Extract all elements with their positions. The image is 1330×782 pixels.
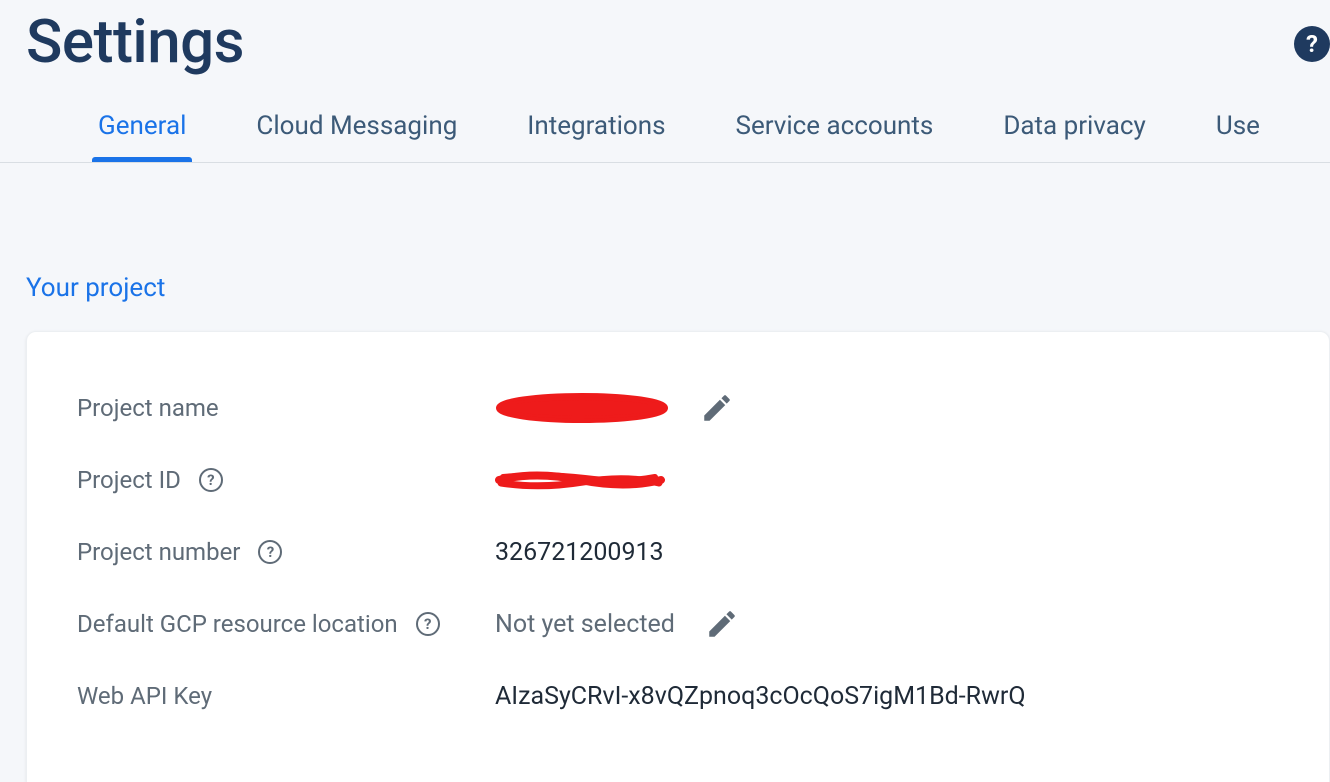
gcp-location-value: Not yet selected — [495, 610, 675, 639]
tab-service-accounts[interactable]: Service accounts — [736, 111, 934, 162]
project-number-help-icon[interactable]: ? — [258, 540, 282, 564]
web-api-key-label: Web API Key — [77, 682, 212, 710]
project-name-redacted — [495, 391, 670, 425]
tab-integrations[interactable]: Integrations — [527, 111, 665, 162]
section-heading: Your project — [0, 163, 1330, 331]
web-api-key-value: AIzaSyCRvI-x8vQZpnoq3cOcQoS7igM1Bd-RwrQ — [495, 682, 1026, 711]
project-id-redacted — [495, 469, 665, 491]
tab-cloud-messaging[interactable]: Cloud Messaging — [256, 111, 457, 162]
page-title: Settings — [0, 0, 1330, 95]
tab-label: Integrations — [527, 111, 665, 141]
tab-label: Cloud Messaging — [256, 111, 457, 141]
project-name-label: Project name — [77, 394, 219, 422]
settings-tabs: General Cloud Messaging Integrations Ser… — [0, 95, 1330, 163]
gcp-location-label: Default GCP resource location — [77, 610, 398, 638]
project-number-label: Project number — [77, 538, 240, 566]
tab-general[interactable]: General — [98, 111, 186, 162]
project-card: Project name Project ID ? — [26, 331, 1330, 782]
project-id-label: Project ID — [77, 466, 181, 494]
gcp-location-help-icon[interactable]: ? — [416, 612, 440, 636]
tab-data-privacy[interactable]: Data privacy — [1003, 111, 1146, 162]
tab-label: Service accounts — [736, 111, 934, 141]
edit-gcp-location-button[interactable] — [705, 607, 739, 641]
edit-project-name-button[interactable] — [700, 391, 734, 425]
tab-users[interactable]: Use — [1216, 111, 1260, 162]
help-icon[interactable]: ? — [1294, 26, 1330, 62]
row-project-name: Project name — [77, 372, 1279, 444]
row-gcp-location: Default GCP resource location ? Not yet … — [77, 588, 1279, 660]
tab-label: General — [98, 111, 186, 141]
row-project-number: Project number ? 326721200913 — [77, 516, 1279, 588]
tab-label: Data privacy — [1003, 111, 1146, 141]
project-id-help-icon[interactable]: ? — [199, 468, 223, 492]
row-web-api-key: Web API Key AIzaSyCRvI-x8vQZpnoq3cOcQoS7… — [77, 660, 1279, 732]
project-number-value: 326721200913 — [495, 538, 664, 567]
tab-label: Use — [1216, 111, 1260, 141]
row-project-id: Project ID ? — [77, 444, 1279, 516]
